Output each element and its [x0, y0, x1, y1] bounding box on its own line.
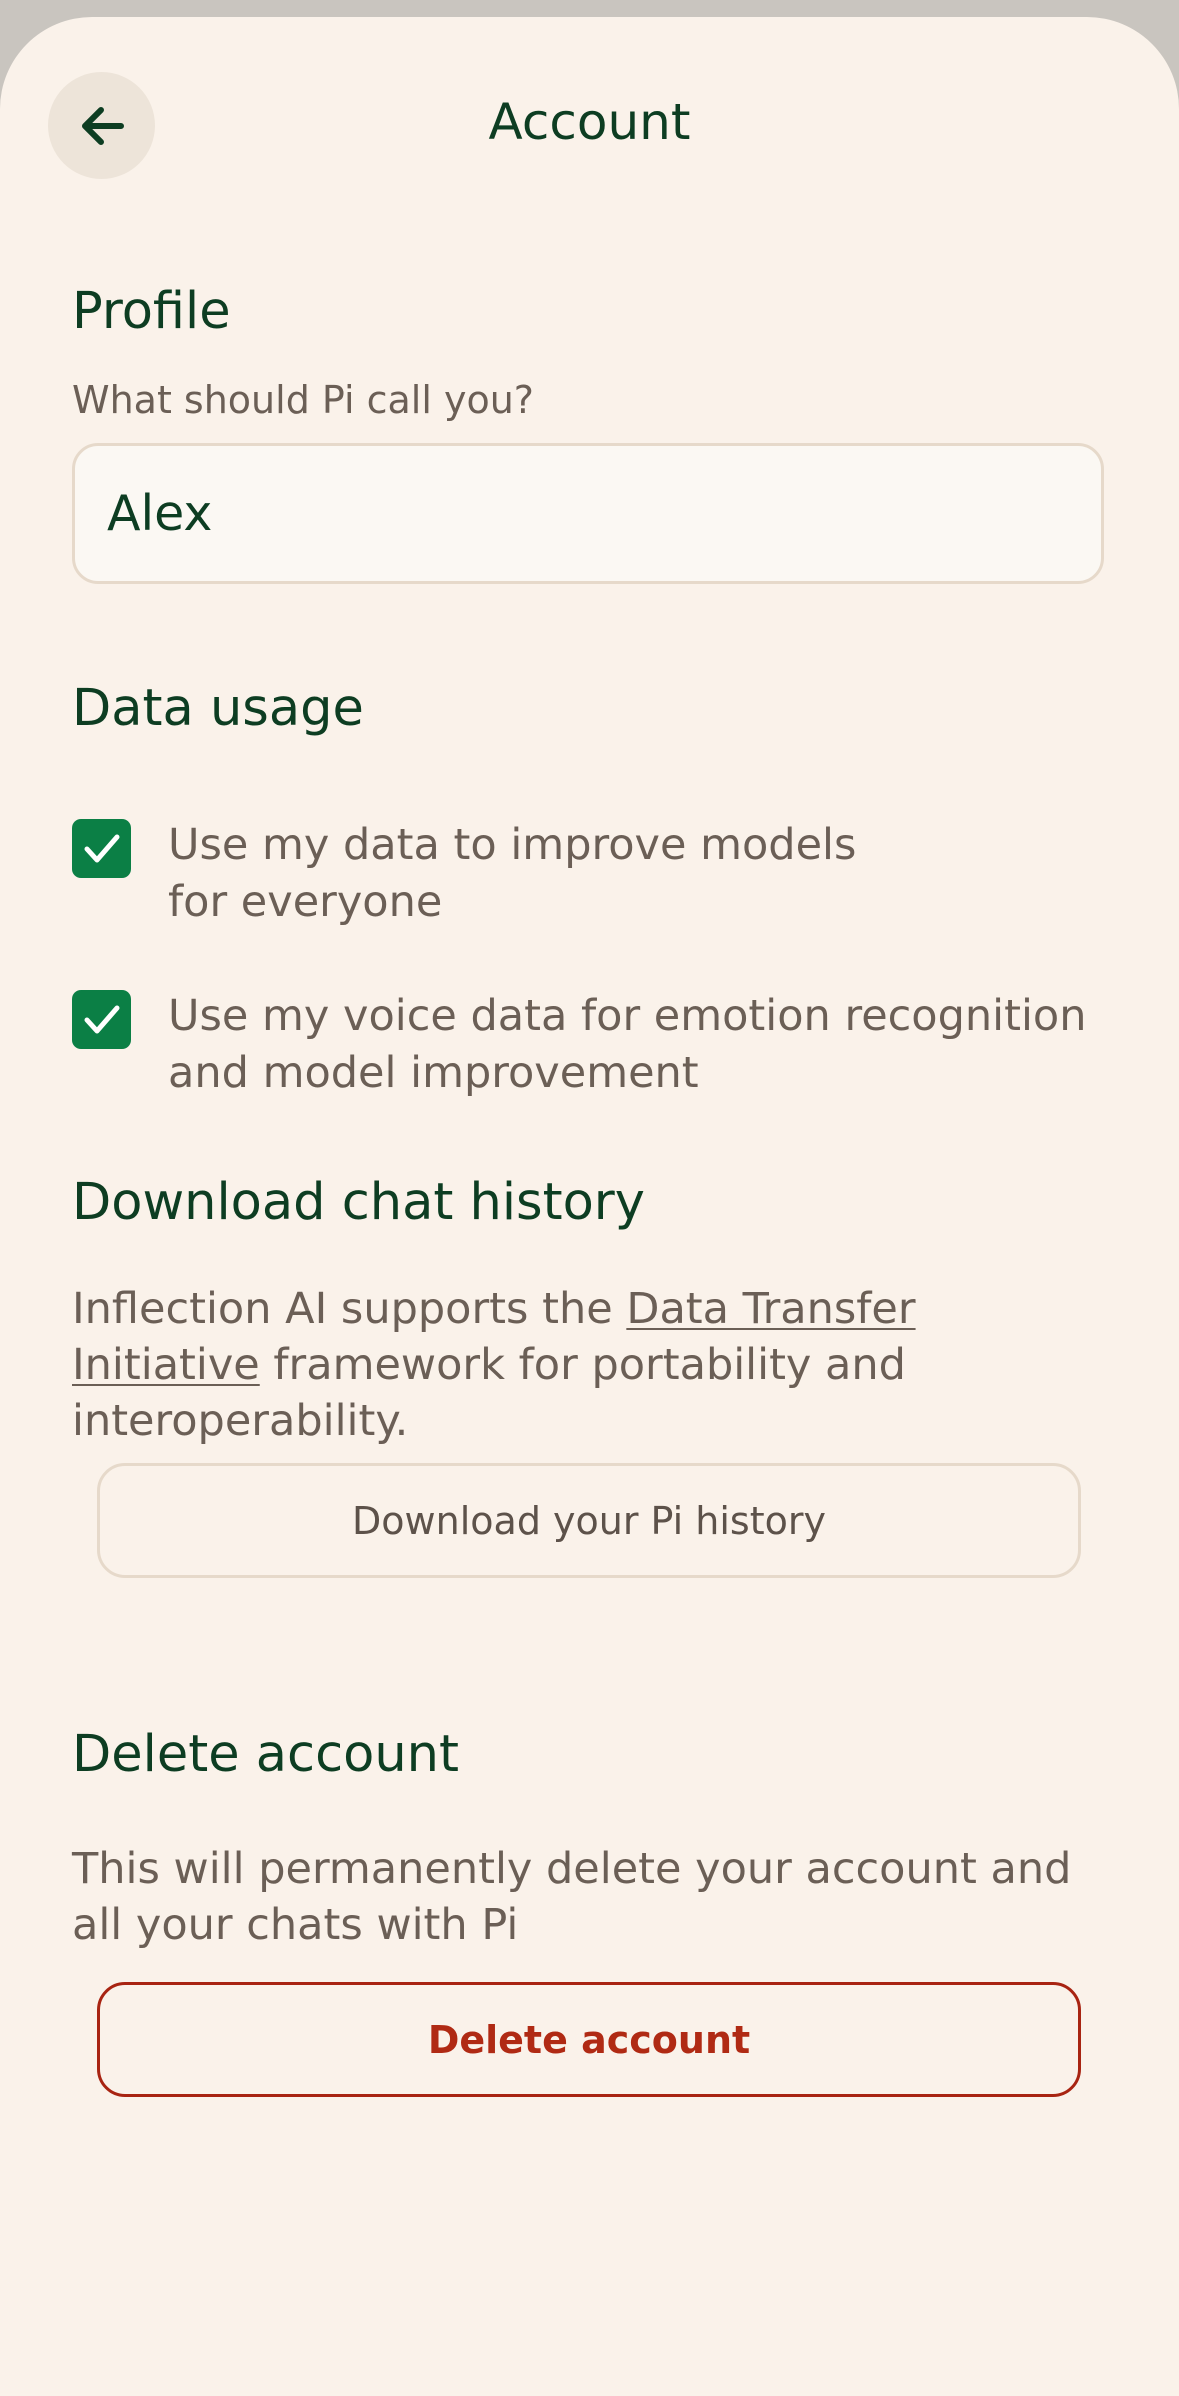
name-input[interactable]: [72, 443, 1104, 584]
data-usage-heading: Data usage: [72, 679, 364, 738]
voice-data-option[interactable]: Use my voice data for emotion recognitio…: [72, 988, 1086, 1102]
download-text-before: Inflection AI supports the: [72, 1284, 627, 1334]
download-description: Inflection AI supports the Data Transfer…: [72, 1281, 1112, 1449]
voice-data-checkbox[interactable]: [72, 990, 131, 1049]
name-field-label: What should Pi call you?: [72, 378, 534, 422]
delete-account-button[interactable]: Delete account: [97, 1982, 1081, 2097]
page-title: Account: [488, 93, 691, 151]
checkmark-icon: [84, 834, 119, 862]
profile-heading: Profile: [72, 282, 231, 341]
download-history-heading: Download chat history: [72, 1173, 645, 1232]
improve-models-option[interactable]: Use my data to improve models for everyo…: [72, 817, 856, 931]
delete-account-heading: Delete account: [72, 1725, 459, 1784]
improve-models-checkbox[interactable]: [72, 819, 131, 878]
delete-description: This will permanently delete your accoun…: [72, 1844, 1072, 1950]
improve-models-label: Use my data to improve models for everyo…: [168, 820, 857, 927]
account-screen: Account Profile What should Pi call you?…: [0, 17, 1179, 2396]
checkmark-icon: [84, 1005, 119, 1033]
voice-data-label: Use my voice data for emotion recognitio…: [168, 991, 1087, 1098]
download-history-button[interactable]: Download your Pi history: [97, 1463, 1081, 1578]
